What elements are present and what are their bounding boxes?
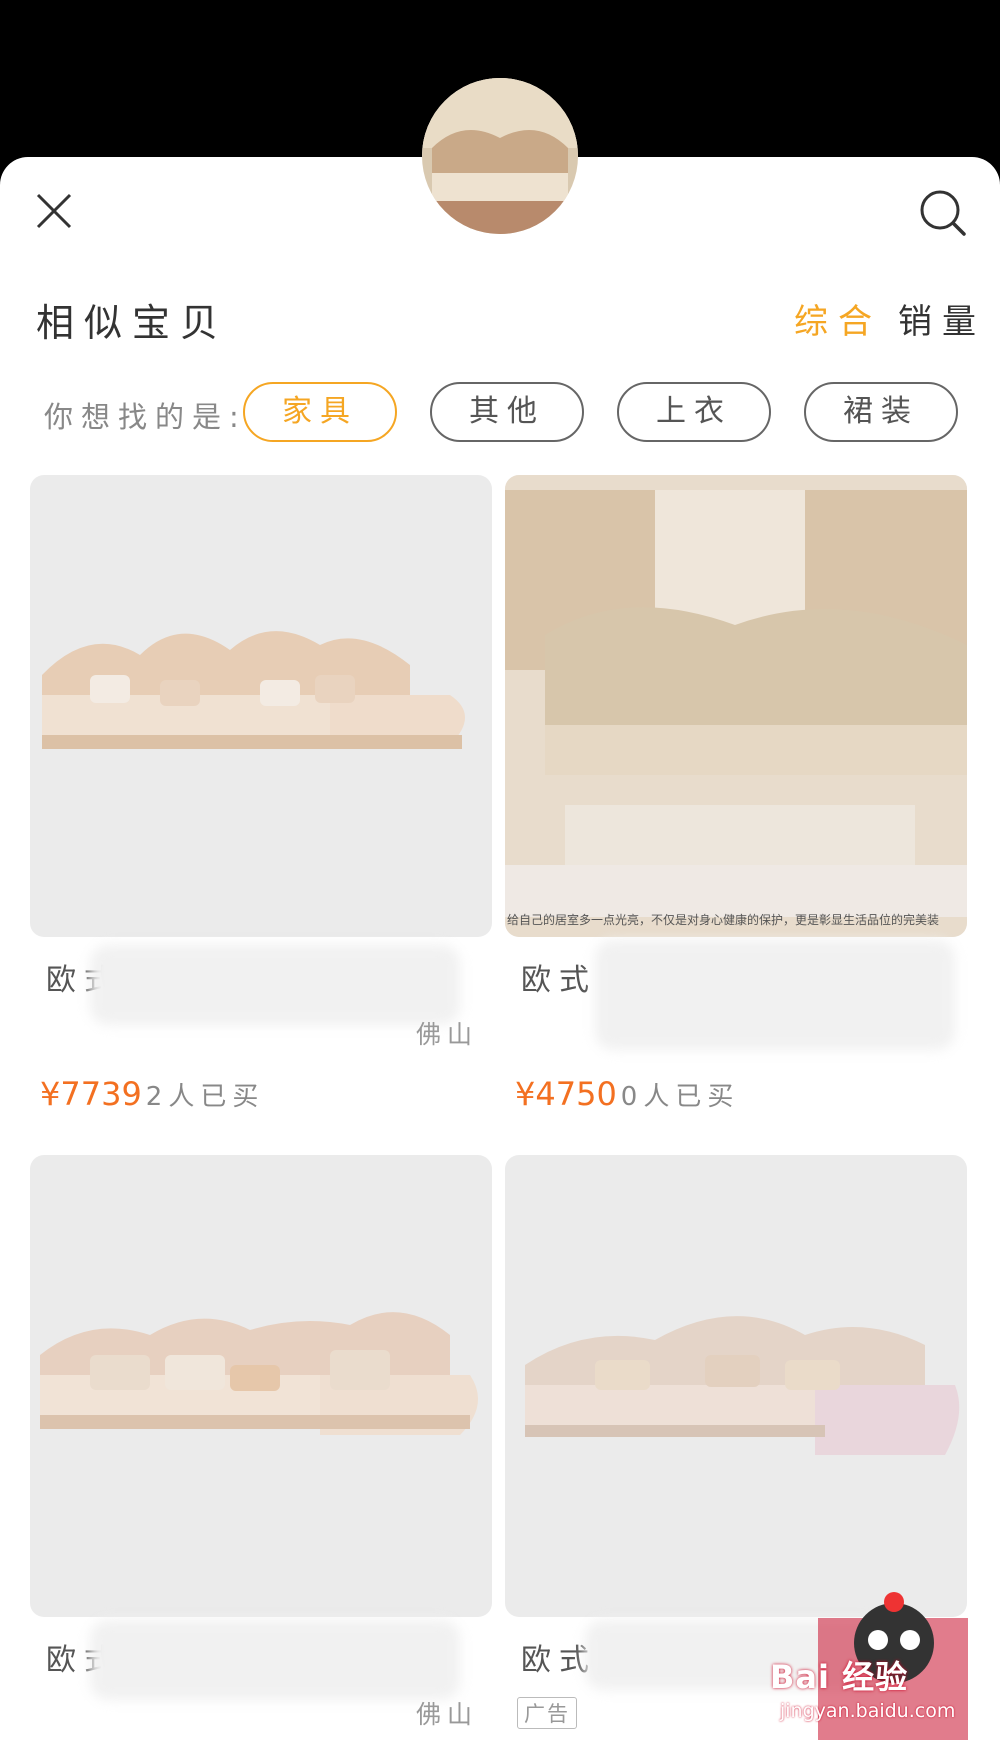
- product-card[interactable]: 欧式 广告: [505, 1155, 967, 1729]
- product-image[interactable]: [30, 475, 492, 937]
- product-image[interactable]: [30, 1155, 492, 1617]
- product-image[interactable]: 给自己的居室多一点光亮，不仅是对身心健康的保护，更是彰显生活品位的完美装: [505, 475, 967, 937]
- sort-sales[interactable]: 销量: [898, 294, 986, 343]
- price-row: ¥4750 0人已买: [515, 1075, 739, 1113]
- page-title: 相似宝贝: [36, 301, 229, 345]
- close-icon[interactable]: [34, 191, 78, 235]
- image-caption: 给自己的居室多一点光亮，不仅是对身心健康的保护，更是彰显生活品位的完美装: [507, 913, 940, 927]
- sold-count: 2人已买: [145, 1082, 265, 1112]
- chip-dresses[interactable]: 裙装: [804, 382, 958, 442]
- search-image-thumbnail[interactable]: [422, 78, 578, 234]
- product-card[interactable]: 欧式 佛山: [30, 1155, 492, 1729]
- redacted-blur: [90, 945, 460, 1025]
- sort-comprehensive[interactable]: 综合: [794, 294, 882, 343]
- sold-count: 0人已买: [620, 1082, 740, 1112]
- watermark-url: jingyan.baidu.com: [780, 1700, 956, 1722]
- watermark-text: Bai 经验: [770, 1658, 909, 1696]
- product-card[interactable]: 给自己的居室多一点光亮，不仅是对身心健康的保护，更是彰显生活品位的完美装 欧式 …: [505, 475, 967, 1113]
- product-card[interactable]: 欧式 佛山 ¥7739 2人已买: [30, 475, 492, 1113]
- chip-furniture[interactable]: 家具: [243, 382, 397, 442]
- product-location: 佛山: [416, 1020, 479, 1049]
- price-row: ¥7739 2人已买: [40, 1075, 264, 1113]
- sofa-thumbnail-image: [422, 78, 578, 234]
- ad-badge: 广告: [517, 1697, 577, 1729]
- chip-tops[interactable]: 上衣: [617, 382, 771, 442]
- product-price: ¥4750: [515, 1075, 617, 1113]
- redacted-blur: [90, 1620, 460, 1700]
- product-price: ¥7739: [40, 1075, 142, 1113]
- search-icon[interactable]: [918, 188, 970, 240]
- product-location: 佛山: [416, 1700, 479, 1729]
- product-image[interactable]: [505, 1155, 967, 1617]
- filter-hint: 你想找的是:: [44, 400, 247, 434]
- redacted-blur: [595, 940, 955, 1050]
- chip-other[interactable]: 其他: [430, 382, 584, 442]
